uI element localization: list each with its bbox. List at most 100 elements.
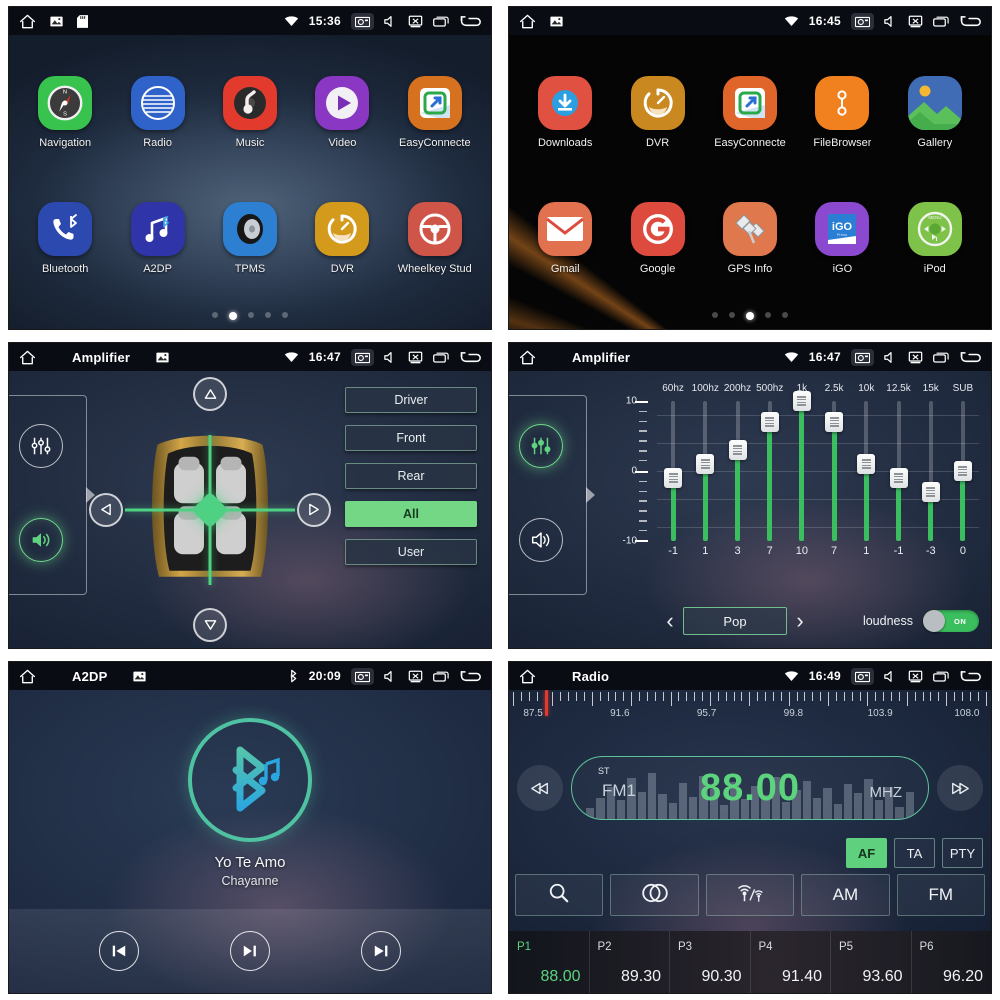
eq-slider-SUB[interactable] xyxy=(947,401,979,541)
page-dot[interactable] xyxy=(782,312,788,318)
app-music[interactable]: Music xyxy=(204,75,296,149)
band-am-button[interactable]: AM xyxy=(801,874,890,916)
app-filebrowser[interactable]: FileBrowser xyxy=(796,75,888,149)
preset-button-p3[interactable]: P3 90.30 xyxy=(670,931,751,993)
page-dot[interactable] xyxy=(712,312,718,318)
mute-icon[interactable] xyxy=(384,670,398,683)
fader-preset-rear[interactable]: Rear xyxy=(345,463,477,489)
eq-slider-100hz[interactable] xyxy=(689,401,721,541)
preset-button-p5[interactable]: P5 93.60 xyxy=(831,931,912,993)
eq-slider-knob[interactable] xyxy=(760,412,779,432)
app-dvr-2[interactable]: DVR xyxy=(612,75,704,149)
app-dvr[interactable]: DVR xyxy=(296,201,388,275)
speaker-icon[interactable] xyxy=(19,518,63,562)
app-downloads[interactable]: Downloads xyxy=(519,75,611,149)
recents-icon[interactable] xyxy=(433,16,449,27)
mute-icon[interactable] xyxy=(884,670,898,683)
page-dot[interactable] xyxy=(729,312,735,318)
eq-slider-2.5k[interactable] xyxy=(818,401,850,541)
app-video[interactable]: Video xyxy=(296,75,388,149)
app-a2dp[interactable]: A2DP xyxy=(112,201,204,275)
page-dot[interactable] xyxy=(282,312,288,318)
preset-button-p4[interactable]: P4 91.40 xyxy=(751,931,831,993)
eq-slider-knob[interactable] xyxy=(664,468,683,488)
back-icon[interactable] xyxy=(459,350,481,365)
home-icon[interactable] xyxy=(519,14,536,29)
app-google[interactable]: Google xyxy=(612,201,704,275)
eq-preset-prev-button[interactable]: ‹ xyxy=(657,610,683,632)
fader-right-button[interactable] xyxy=(297,492,331,527)
fader-preset-driver[interactable]: Driver xyxy=(345,387,477,413)
recents-icon[interactable] xyxy=(933,16,949,27)
app-bluetooth[interactable]: Bluetooth xyxy=(19,201,111,275)
screenshot-capture-icon[interactable] xyxy=(351,12,374,30)
seek-down-button[interactable] xyxy=(517,765,563,811)
page-dot[interactable] xyxy=(212,312,218,318)
app-radio[interactable]: Radio xyxy=(112,75,204,149)
eq-slider-15k[interactable] xyxy=(915,401,947,541)
home-icon[interactable] xyxy=(19,669,36,684)
screenshot-icon[interactable] xyxy=(50,16,63,27)
eq-preset-name[interactable]: Pop xyxy=(683,607,787,635)
page-dot[interactable] xyxy=(265,312,271,318)
app-gps-info[interactable]: GPS Info xyxy=(704,201,796,275)
app-gallery[interactable]: Gallery xyxy=(889,75,981,149)
fader-position-pad[interactable] xyxy=(89,377,331,642)
back-icon[interactable] xyxy=(959,350,981,365)
eq-slider-200hz[interactable] xyxy=(721,401,753,541)
home-icon[interactable] xyxy=(19,350,36,365)
screenshot-capture-icon[interactable] xyxy=(851,12,874,30)
speaker-icon[interactable] xyxy=(519,518,563,562)
fader-preset-front[interactable]: Front xyxy=(345,425,477,451)
recents-icon[interactable] xyxy=(433,352,449,363)
mute-icon[interactable] xyxy=(384,15,398,28)
page-dot-active[interactable] xyxy=(229,312,237,320)
back-icon[interactable] xyxy=(959,669,981,684)
screenshot-capture-icon[interactable] xyxy=(351,348,374,366)
band-fm-button[interactable]: FM xyxy=(896,874,986,916)
page-indicator-2[interactable] xyxy=(509,312,991,320)
recents-icon[interactable] xyxy=(933,352,949,363)
screenshot-icon[interactable] xyxy=(156,352,169,363)
eq-slider-500hz[interactable] xyxy=(754,401,786,541)
fader-down-button[interactable] xyxy=(193,608,227,642)
preset-button-p1[interactable]: P1 88.00 xyxy=(509,931,590,993)
eq-slider-knob[interactable] xyxy=(921,482,940,502)
mute-icon[interactable] xyxy=(884,15,898,28)
screenshot-capture-icon[interactable] xyxy=(851,667,874,685)
eq-slider-knob[interactable] xyxy=(889,468,908,488)
mute-icon[interactable] xyxy=(884,351,898,364)
page-dot[interactable] xyxy=(765,312,771,318)
eq-slider-1k[interactable] xyxy=(786,391,818,541)
eq-slider-knob[interactable] xyxy=(792,391,811,411)
app-easyconnect[interactable]: EasyConnecte xyxy=(389,75,481,149)
rds-af-button[interactable]: AF xyxy=(846,838,887,868)
frequency-display[interactable]: ST FM1 88.00 MHZ xyxy=(571,756,929,820)
equalizer-icon[interactable] xyxy=(19,424,63,468)
screen-off-icon[interactable] xyxy=(908,15,923,28)
recents-icon[interactable] xyxy=(933,671,949,682)
eq-slider-60hz[interactable] xyxy=(657,401,689,541)
fader-preset-all[interactable]: All xyxy=(345,501,477,527)
eq-slider-12.5k[interactable] xyxy=(882,401,914,541)
back-icon[interactable] xyxy=(459,14,481,29)
next-icon[interactable] xyxy=(361,931,402,971)
local-distant-button[interactable] xyxy=(705,874,795,916)
screen-off-icon[interactable] xyxy=(908,670,923,683)
fader-preset-user[interactable]: User xyxy=(345,539,477,565)
equalizer-icon[interactable] xyxy=(519,424,563,468)
preset-button-p6[interactable]: P6 96.20 xyxy=(912,931,992,993)
scan-search-button[interactable] xyxy=(515,874,604,916)
eq-slider-columns[interactable] xyxy=(657,391,979,541)
page-dot[interactable] xyxy=(248,312,254,318)
app-easyconnect-2[interactable]: EasyConnecte xyxy=(704,75,796,149)
screenshot-capture-icon[interactable] xyxy=(351,667,374,685)
screen-off-icon[interactable] xyxy=(408,15,423,28)
page-dot-active[interactable] xyxy=(746,312,754,320)
play-pause-icon[interactable] xyxy=(229,931,270,971)
stereo-mono-button[interactable] xyxy=(610,874,699,916)
eq-slider-knob[interactable] xyxy=(696,454,715,474)
loudness-toggle[interactable]: ON xyxy=(923,610,979,632)
preset-button-p2[interactable]: P2 89.30 xyxy=(590,931,670,993)
eq-slider-10k[interactable] xyxy=(850,401,882,541)
